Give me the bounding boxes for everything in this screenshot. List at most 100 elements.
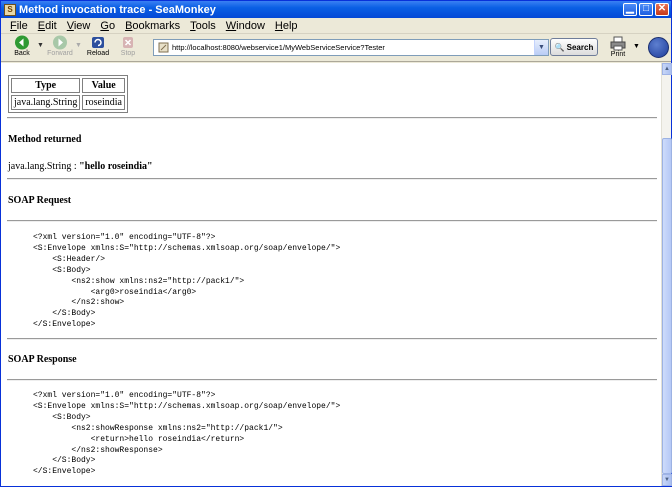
reload-icon xyxy=(90,35,106,50)
xml-line: <S:Envelope xmlns:S="http://schemas.xmls… xyxy=(33,243,341,253)
page-favicon-icon xyxy=(157,42,169,54)
reload-label: Reload xyxy=(86,50,110,57)
title-bar[interactable]: S Method invocation trace - SeaMonkey ▁ … xyxy=(1,1,671,18)
menu-window-key: W xyxy=(225,19,237,32)
soap-request-xml: <?xml version="1.0" encoding="UTF-8"?> <S… xyxy=(33,233,340,331)
divider xyxy=(7,338,657,340)
soap-request-heading: SOAP Request xyxy=(8,195,72,206)
forward-button[interactable]: Forward xyxy=(45,34,75,62)
stop-icon xyxy=(120,35,136,50)
xml-line: </ns2:showResponse> xyxy=(33,445,163,455)
search-label: Search xyxy=(566,42,594,52)
menu-file-label: ile xyxy=(16,19,28,32)
vertical-scrollbar[interactable]: ▲ ▼ xyxy=(661,63,672,486)
xml-line: <S:Envelope xmlns:S="http://schemas.xmls… xyxy=(33,401,341,411)
divider xyxy=(7,117,657,119)
xml-line: <S:Header/> xyxy=(33,254,106,264)
reload-button[interactable]: Reload xyxy=(83,34,113,62)
menu-edit-label: dit xyxy=(45,19,57,32)
xml-line: <S:Body> xyxy=(33,412,91,422)
menu-file[interactable]: File xyxy=(5,20,33,32)
returned-type: java.lang.String : xyxy=(8,161,77,172)
stop-label: Stop xyxy=(120,50,136,57)
xml-line: <ns2:showResponse xmlns:ns2="http://pack… xyxy=(33,423,283,433)
forward-arrow-icon xyxy=(52,35,68,50)
back-arrow-icon xyxy=(14,35,30,50)
xml-line: <?xml version="1.0" encoding="UTF-8"?> xyxy=(33,391,216,400)
scrollbar-thumb[interactable] xyxy=(662,138,672,474)
menu-edit[interactable]: Edit xyxy=(33,20,62,32)
back-button[interactable]: Back xyxy=(7,34,37,62)
column-header-type: Type xyxy=(11,78,81,93)
seamonkey-throbber-icon[interactable] xyxy=(648,37,669,58)
print-dropdown[interactable]: ▼ xyxy=(633,43,640,50)
menu-bookmarks[interactable]: Bookmarks xyxy=(120,20,185,32)
xml-line: <S:Body> xyxy=(33,265,91,275)
url-bar[interactable]: http://localhost:8080/webservice1/MyWebS… xyxy=(153,39,549,56)
menu-view-key: V xyxy=(66,19,74,32)
window-title: Method invocation trace - SeaMonkey xyxy=(19,3,216,16)
magnifier-icon: 🔍 xyxy=(554,42,565,52)
menu-bookmarks-label: ookmarks xyxy=(132,19,181,32)
search-button[interactable]: 🔍 Search xyxy=(550,38,598,56)
page-content: Type Value java.lang.String roseindia Me… xyxy=(1,63,661,486)
menu-bar: File Edit View Go Bookmarks Tools Window… xyxy=(1,18,671,34)
divider xyxy=(7,220,657,222)
printer-icon xyxy=(610,36,626,51)
minimize-icon: ▁ xyxy=(626,3,634,14)
xml-line: </S:Envelope> xyxy=(33,467,96,477)
xml-line: </S:Envelope> xyxy=(33,320,96,330)
xml-line: </S:Body> xyxy=(33,456,96,466)
menu-go-key: G xyxy=(100,19,109,32)
scroll-up-button[interactable]: ▲ xyxy=(662,63,672,75)
xml-line: </S:Body> xyxy=(33,309,96,319)
menu-tools-label: ools xyxy=(195,19,216,32)
maximize-icon: □ xyxy=(642,3,650,14)
method-returned-value: java.lang.String : "hello roseindia" xyxy=(8,161,153,172)
method-returned-heading: Method returned xyxy=(8,134,82,145)
menu-tools[interactable]: Tools xyxy=(185,20,221,32)
menu-window[interactable]: Window xyxy=(221,20,270,32)
back-dropdown[interactable]: ▼ xyxy=(37,34,45,49)
xml-line: <return>hello roseindia</return> xyxy=(33,434,245,444)
menu-help[interactable]: Help xyxy=(270,20,303,32)
menu-view[interactable]: View xyxy=(62,20,96,32)
xml-line: <arg0>roseindia</arg0> xyxy=(33,287,197,297)
soap-response-heading: SOAP Response xyxy=(8,354,77,365)
forward-dropdown[interactable]: ▼ xyxy=(75,34,83,49)
menu-view-label: iew xyxy=(73,19,91,32)
close-icon: ✕ xyxy=(657,3,667,14)
param-type-cell: java.lang.String xyxy=(11,95,81,110)
menu-edit-key: E xyxy=(37,19,46,32)
soap-response-xml: <?xml version="1.0" encoding="UTF-8"?> <S… xyxy=(33,391,340,478)
divider xyxy=(7,379,657,381)
param-value-cell: roseindia xyxy=(82,95,125,110)
parameters-table: Type Value java.lang.String roseindia xyxy=(8,75,128,113)
browser-window: S Method invocation trace - SeaMonkey ▁ … xyxy=(0,0,672,487)
menu-help-key: H xyxy=(274,19,283,32)
menu-help-label: elp xyxy=(282,19,298,32)
print-button[interactable]: Print xyxy=(603,35,633,63)
url-history-dropdown[interactable]: ▼ xyxy=(534,40,548,55)
forward-label: Forward xyxy=(47,50,73,57)
xml-line: <?xml version="1.0" encoding="UTF-8"?> xyxy=(33,233,216,242)
menu-file-key: F xyxy=(10,19,17,32)
maximize-button[interactable]: □ xyxy=(639,3,653,16)
table-row: java.lang.String roseindia xyxy=(11,95,125,110)
menu-go[interactable]: Go xyxy=(95,20,120,32)
back-label: Back xyxy=(14,50,30,57)
returned-value: "hello roseindia" xyxy=(79,161,153,172)
print-label: Print xyxy=(610,51,626,58)
minimize-button[interactable]: ▁ xyxy=(623,3,637,16)
url-text[interactable]: http://localhost:8080/webservice1/MyWebS… xyxy=(172,43,534,52)
menu-go-label: o xyxy=(108,19,116,32)
close-button[interactable]: ✕ xyxy=(655,3,669,16)
divider xyxy=(7,178,657,180)
column-header-value: Value xyxy=(82,78,125,93)
scroll-down-button[interactable]: ▼ xyxy=(662,474,672,486)
seamonkey-app-icon: S xyxy=(4,3,16,16)
table-header-row: Type Value xyxy=(11,78,125,93)
stop-button[interactable]: Stop xyxy=(113,34,143,62)
menu-window-label: indow xyxy=(236,19,265,32)
xml-line: </ns2:show> xyxy=(33,298,125,308)
